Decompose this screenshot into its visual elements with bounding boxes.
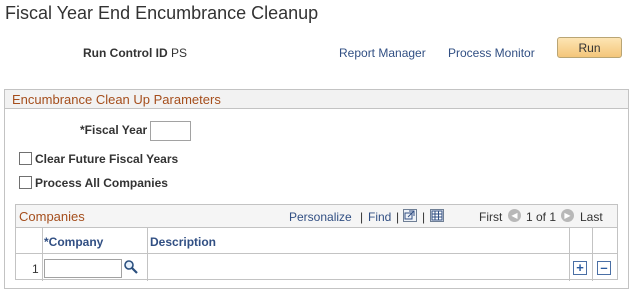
view-all-icon-glyph: [404, 210, 415, 220]
companies-grid: Companies Personalize | Find | | First ◀…: [15, 204, 618, 281]
first-label: First: [479, 210, 503, 224]
table-row: 1 + –: [16, 255, 617, 281]
run-control-id-value: PS: [171, 46, 188, 60]
nav-separator: |: [422, 210, 426, 224]
plus-icon[interactable]: +: [573, 261, 587, 275]
page-title: Fiscal Year End Encumbrance Cleanup: [5, 3, 319, 23]
description-column-header[interactable]: Description: [150, 235, 216, 249]
clear-future-fiscal-years-checkbox[interactable]: [19, 152, 32, 165]
fiscal-year-input[interactable]: [150, 121, 191, 141]
company-column-header[interactable]: *Company: [44, 235, 103, 249]
company-input[interactable]: [44, 259, 122, 278]
parameters-group-title: Encumbrance Clean Up Parameters: [12, 92, 221, 107]
prev-arrow-icon[interactable]: ◀: [508, 209, 521, 222]
companies-grid-title: Companies: [19, 209, 85, 224]
spreadsheet-icon-glyph: [431, 210, 443, 221]
view-all-icon[interactable]: [403, 209, 417, 222]
process-monitor-link[interactable]: Process Monitor: [448, 46, 535, 60]
find-link[interactable]: Find: [368, 210, 391, 224]
next-arrow-icon[interactable]: ▶: [561, 209, 574, 222]
nav-separator: |: [360, 210, 364, 224]
parameters-group-header: Encumbrance Clean Up Parameters: [5, 90, 628, 109]
magnifier-icon-glyph: [124, 260, 138, 274]
magnifier-icon[interactable]: [123, 259, 139, 275]
companies-grid-header: Companies Personalize | Find | | First ◀…: [16, 205, 617, 228]
fiscal-year-label: *Fiscal Year: [80, 123, 148, 137]
process-all-companies-checkbox[interactable]: [19, 176, 32, 189]
pagination-text: 1 of 1: [526, 210, 557, 224]
spreadsheet-icon[interactable]: [430, 209, 444, 222]
row-number: 1: [32, 262, 39, 276]
run-control-id-label: Run Control ID: [83, 46, 168, 60]
personalize-link[interactable]: Personalize: [289, 210, 352, 224]
companies-column-header-row: *Company Description: [16, 228, 617, 254]
clear-future-fiscal-years-label: Clear Future Fiscal Years: [35, 152, 179, 166]
minus-icon[interactable]: –: [597, 261, 611, 275]
last-label: Last: [580, 210, 603, 224]
report-manager-link[interactable]: Report Manager: [339, 46, 426, 60]
process-all-companies-label: Process All Companies: [35, 176, 168, 190]
nav-separator: |: [396, 210, 400, 224]
run-button[interactable]: Run: [557, 37, 622, 58]
